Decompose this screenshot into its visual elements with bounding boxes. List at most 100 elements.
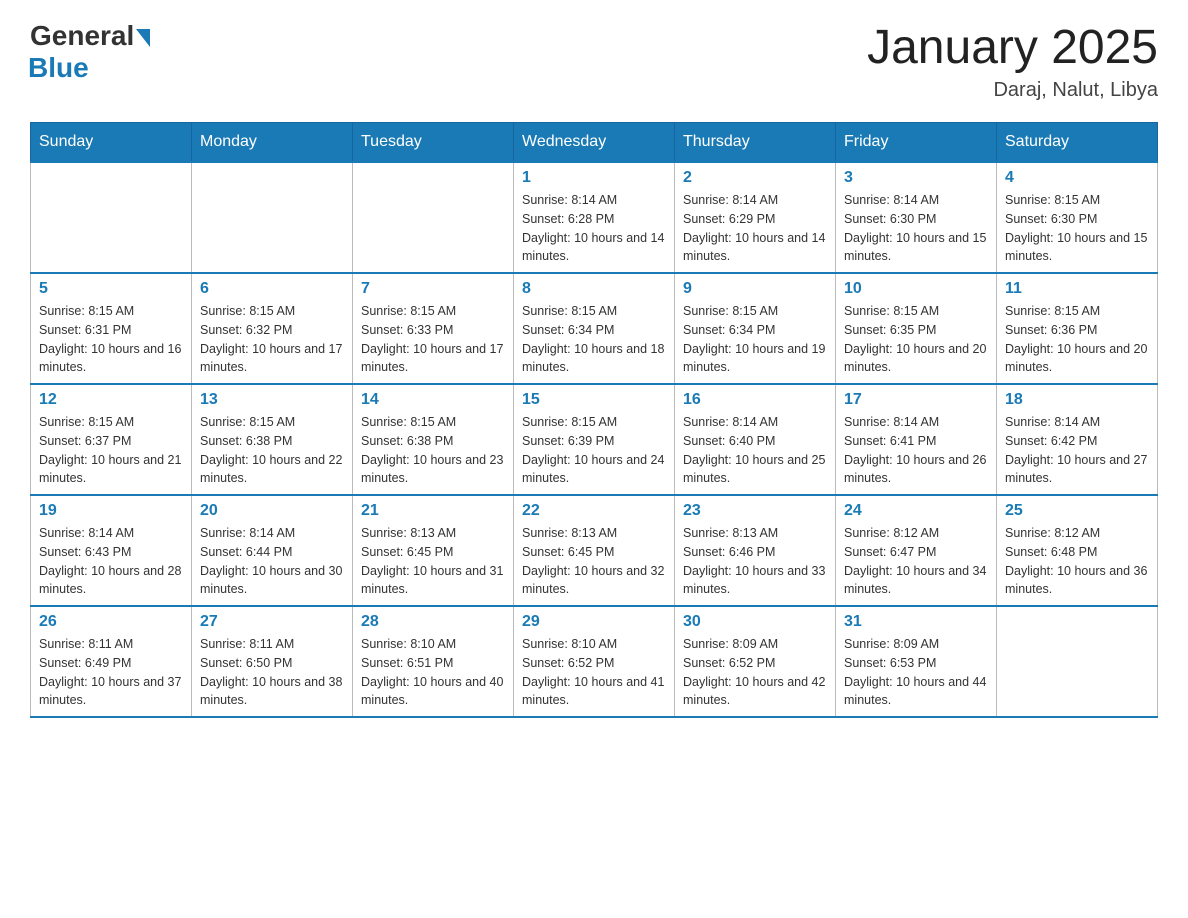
calendar-cell: 20 Sunrise: 8:14 AM Sunset: 6:44 PM Dayli…: [192, 495, 353, 606]
day-number: 9: [683, 280, 827, 298]
day-info: Sunrise: 8:13 AM Sunset: 6:45 PM Dayligh…: [522, 524, 666, 599]
calendar-cell: 5 Sunrise: 8:15 AM Sunset: 6:31 PM Daylig…: [31, 273, 192, 384]
calendar-cell: [31, 162, 192, 273]
calendar-cell: 18 Sunrise: 8:14 AM Sunset: 6:42 PM Dayli…: [997, 384, 1158, 495]
calendar-cell: 14 Sunrise: 8:15 AM Sunset: 6:38 PM Dayli…: [353, 384, 514, 495]
day-number: 20: [200, 502, 344, 520]
calendar-cell: 19 Sunrise: 8:14 AM Sunset: 6:43 PM Dayli…: [31, 495, 192, 606]
day-number: 31: [844, 613, 988, 631]
calendar-cell: 9 Sunrise: 8:15 AM Sunset: 6:34 PM Daylig…: [675, 273, 836, 384]
day-of-week-header: Saturday: [997, 123, 1158, 163]
day-info: Sunrise: 8:09 AM Sunset: 6:52 PM Dayligh…: [683, 635, 827, 710]
calendar-cell: 16 Sunrise: 8:14 AM Sunset: 6:40 PM Dayli…: [675, 384, 836, 495]
calendar-cell: [353, 162, 514, 273]
day-info: Sunrise: 8:14 AM Sunset: 6:40 PM Dayligh…: [683, 413, 827, 488]
calendar-cell: [192, 162, 353, 273]
calendar-cell: 2 Sunrise: 8:14 AM Sunset: 6:29 PM Daylig…: [675, 162, 836, 273]
day-info: Sunrise: 8:14 AM Sunset: 6:30 PM Dayligh…: [844, 191, 988, 266]
calendar-cell: 26Sunrise: 8:11 AM Sunset: 6:49 PM Dayli…: [31, 606, 192, 717]
day-info: Sunrise: 8:12 AM Sunset: 6:48 PM Dayligh…: [1005, 524, 1149, 599]
day-number: 30: [683, 613, 827, 631]
calendar-cell: 12 Sunrise: 8:15 AM Sunset: 6:37 PM Dayli…: [31, 384, 192, 495]
day-info: Sunrise: 8:15 AM Sunset: 6:31 PM Dayligh…: [39, 302, 183, 377]
calendar-cell: 11Sunrise: 8:15 AM Sunset: 6:36 PM Dayli…: [997, 273, 1158, 384]
day-number: 10: [844, 280, 988, 298]
day-number: 27: [200, 613, 344, 631]
calendar-cell: 15Sunrise: 8:15 AM Sunset: 6:39 PM Dayli…: [514, 384, 675, 495]
day-info: Sunrise: 8:15 AM Sunset: 6:38 PM Dayligh…: [200, 413, 344, 488]
calendar-cell: 22 Sunrise: 8:13 AM Sunset: 6:45 PM Dayli…: [514, 495, 675, 606]
day-info: Sunrise: 8:15 AM Sunset: 6:35 PM Dayligh…: [844, 302, 988, 377]
day-info: Sunrise: 8:14 AM Sunset: 6:42 PM Dayligh…: [1005, 413, 1149, 488]
day-info: Sunrise: 8:11 AM Sunset: 6:50 PM Dayligh…: [200, 635, 344, 710]
day-number: 18: [1005, 391, 1149, 409]
day-info: Sunrise: 8:14 AM Sunset: 6:29 PM Dayligh…: [683, 191, 827, 266]
day-of-week-header: Sunday: [31, 123, 192, 163]
day-number: 1: [522, 169, 666, 187]
day-number: 23: [683, 502, 827, 520]
day-info: Sunrise: 8:14 AM Sunset: 6:41 PM Dayligh…: [844, 413, 988, 488]
day-info: Sunrise: 8:15 AM Sunset: 6:34 PM Dayligh…: [522, 302, 666, 377]
day-number: 29: [522, 613, 666, 631]
day-number: 5: [39, 280, 183, 298]
calendar-week-row: 1Sunrise: 8:14 AM Sunset: 6:28 PM Daylig…: [31, 162, 1158, 273]
calendar-cell: 23 Sunrise: 8:13 AM Sunset: 6:46 PM Dayli…: [675, 495, 836, 606]
day-number: 28: [361, 613, 505, 631]
day-number: 22: [522, 502, 666, 520]
calendar-cell: 10 Sunrise: 8:15 AM Sunset: 6:35 PM Dayli…: [836, 273, 997, 384]
day-number: 15: [522, 391, 666, 409]
day-number: 13: [200, 391, 344, 409]
calendar-cell: 21Sunrise: 8:13 AM Sunset: 6:45 PM Dayli…: [353, 495, 514, 606]
calendar-week-row: 5 Sunrise: 8:15 AM Sunset: 6:31 PM Daylig…: [31, 273, 1158, 384]
day-info: Sunrise: 8:15 AM Sunset: 6:34 PM Dayligh…: [683, 302, 827, 377]
day-info: Sunrise: 8:10 AM Sunset: 6:52 PM Dayligh…: [522, 635, 666, 710]
title-area: January 2025 Daraj, Nalut, Libya: [867, 20, 1158, 102]
day-info: Sunrise: 8:13 AM Sunset: 6:45 PM Dayligh…: [361, 524, 505, 599]
calendar-week-row: 26Sunrise: 8:11 AM Sunset: 6:49 PM Dayli…: [31, 606, 1158, 717]
day-number: 2: [683, 169, 827, 187]
day-info: Sunrise: 8:13 AM Sunset: 6:46 PM Dayligh…: [683, 524, 827, 599]
day-info: Sunrise: 8:15 AM Sunset: 6:33 PM Dayligh…: [361, 302, 505, 377]
calendar-week-row: 12 Sunrise: 8:15 AM Sunset: 6:37 PM Dayli…: [31, 384, 1158, 495]
calendar-cell: 17Sunrise: 8:14 AM Sunset: 6:41 PM Dayli…: [836, 384, 997, 495]
calendar-cell: 24 Sunrise: 8:12 AM Sunset: 6:47 PM Dayli…: [836, 495, 997, 606]
day-info: Sunrise: 8:15 AM Sunset: 6:37 PM Dayligh…: [39, 413, 183, 488]
day-number: 4: [1005, 169, 1149, 187]
day-info: Sunrise: 8:14 AM Sunset: 6:44 PM Dayligh…: [200, 524, 344, 599]
day-number: 14: [361, 391, 505, 409]
calendar-cell: 3 Sunrise: 8:14 AM Sunset: 6:30 PM Daylig…: [836, 162, 997, 273]
day-info: Sunrise: 8:10 AM Sunset: 6:51 PM Dayligh…: [361, 635, 505, 710]
calendar-cell: 8 Sunrise: 8:15 AM Sunset: 6:34 PM Daylig…: [514, 273, 675, 384]
day-info: Sunrise: 8:15 AM Sunset: 6:30 PM Dayligh…: [1005, 191, 1149, 266]
day-info: Sunrise: 8:15 AM Sunset: 6:38 PM Dayligh…: [361, 413, 505, 488]
calendar-cell: 7Sunrise: 8:15 AM Sunset: 6:33 PM Daylig…: [353, 273, 514, 384]
location-subtitle: Daraj, Nalut, Libya: [867, 79, 1158, 102]
day-number: 12: [39, 391, 183, 409]
day-info: Sunrise: 8:12 AM Sunset: 6:47 PM Dayligh…: [844, 524, 988, 599]
day-of-week-header: Wednesday: [514, 123, 675, 163]
calendar-header-row: SundayMondayTuesdayWednesdayThursdayFrid…: [31, 123, 1158, 163]
calendar-cell: 13 Sunrise: 8:15 AM Sunset: 6:38 PM Dayli…: [192, 384, 353, 495]
calendar-cell: 6Sunrise: 8:15 AM Sunset: 6:32 PM Daylig…: [192, 273, 353, 384]
calendar-cell: 29 Sunrise: 8:10 AM Sunset: 6:52 PM Dayli…: [514, 606, 675, 717]
calendar-week-row: 19 Sunrise: 8:14 AM Sunset: 6:43 PM Dayli…: [31, 495, 1158, 606]
day-number: 26: [39, 613, 183, 631]
calendar-cell: 28 Sunrise: 8:10 AM Sunset: 6:51 PM Dayli…: [353, 606, 514, 717]
day-number: 11: [1005, 280, 1149, 298]
day-number: 24: [844, 502, 988, 520]
day-of-week-header: Thursday: [675, 123, 836, 163]
day-number: 19: [39, 502, 183, 520]
day-info: Sunrise: 8:09 AM Sunset: 6:53 PM Dayligh…: [844, 635, 988, 710]
page-header: General Blue January 2025 Daraj, Nalut, …: [30, 20, 1158, 102]
calendar-cell: 30 Sunrise: 8:09 AM Sunset: 6:52 PM Dayli…: [675, 606, 836, 717]
day-number: 16: [683, 391, 827, 409]
calendar-cell: 1Sunrise: 8:14 AM Sunset: 6:28 PM Daylig…: [514, 162, 675, 273]
day-of-week-header: Friday: [836, 123, 997, 163]
logo-arrow-icon: [136, 29, 150, 47]
day-number: 3: [844, 169, 988, 187]
calendar-cell: 27 Sunrise: 8:11 AM Sunset: 6:50 PM Dayli…: [192, 606, 353, 717]
day-info: Sunrise: 8:14 AM Sunset: 6:43 PM Dayligh…: [39, 524, 183, 599]
day-number: 6: [200, 280, 344, 298]
day-number: 8: [522, 280, 666, 298]
logo: General Blue: [30, 20, 150, 84]
